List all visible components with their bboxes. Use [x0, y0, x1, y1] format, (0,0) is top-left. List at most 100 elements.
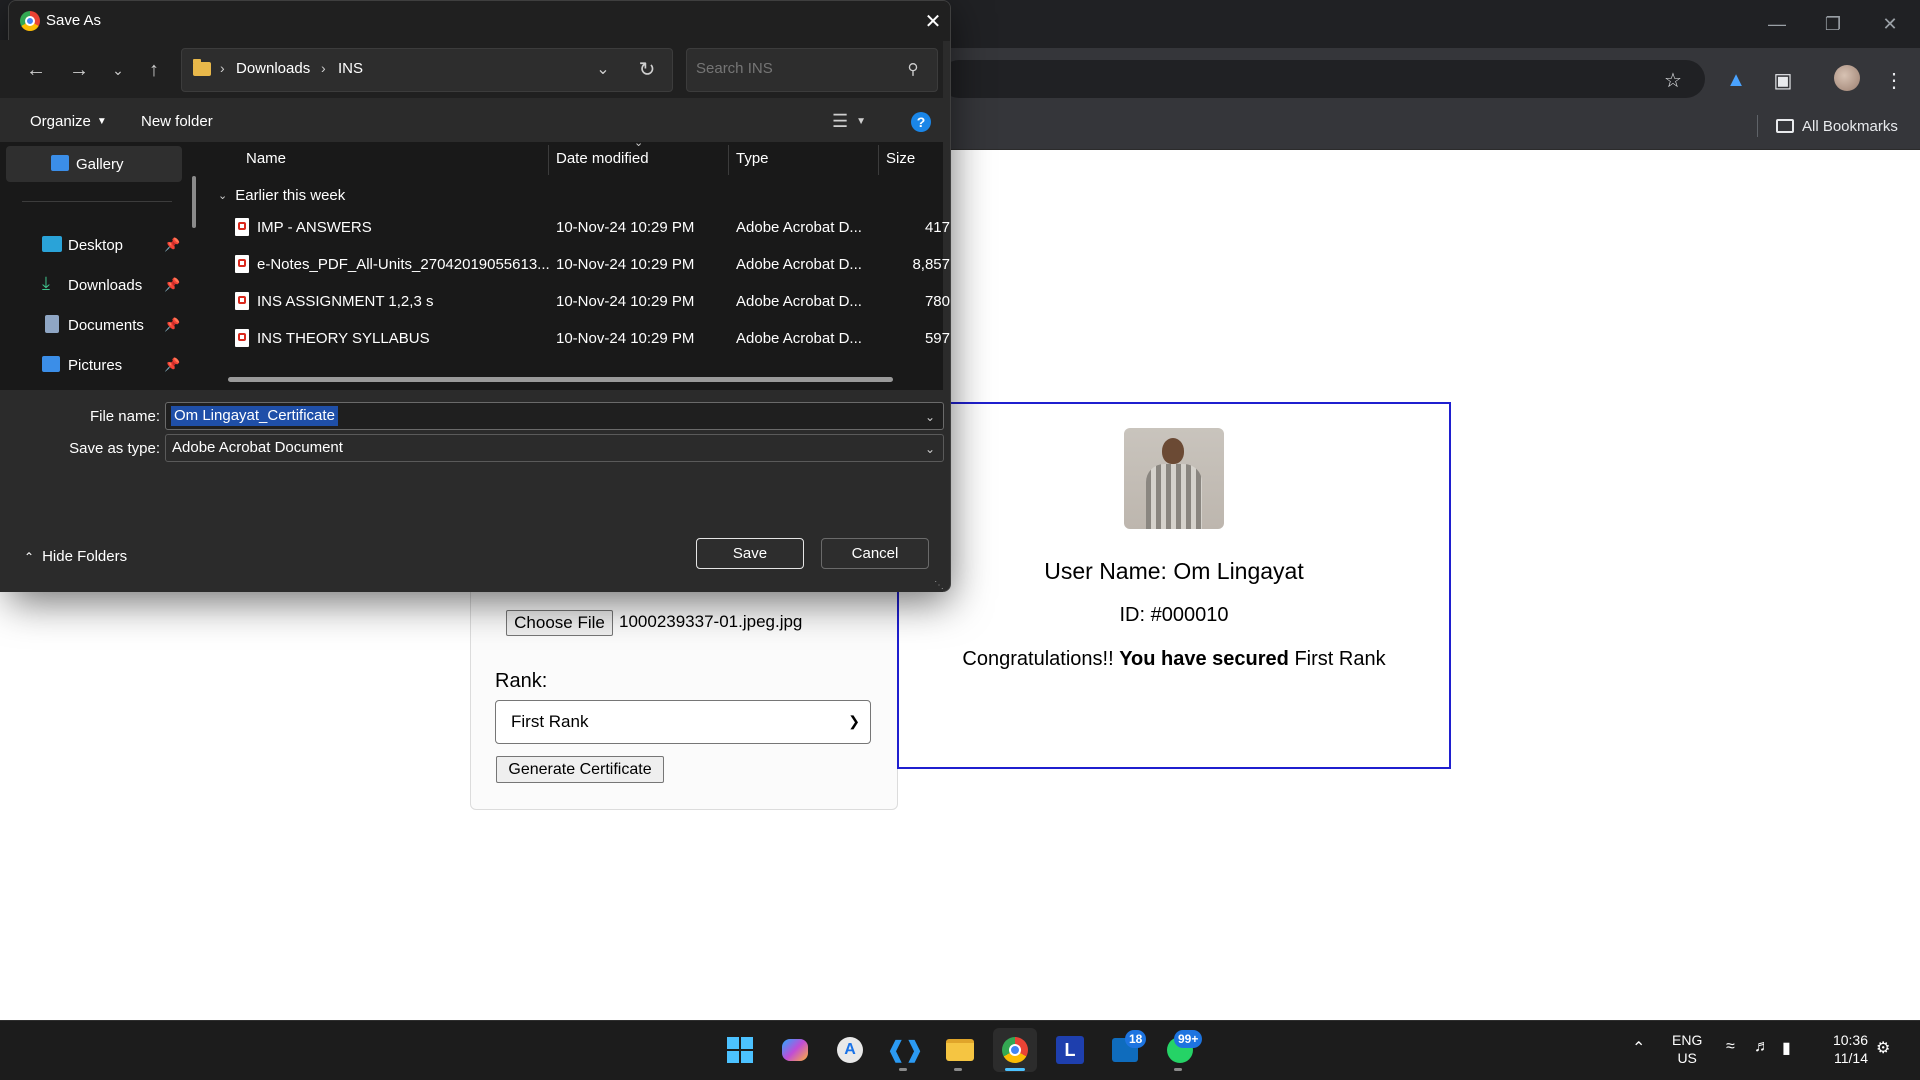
column-header-size[interactable]: Size — [886, 150, 915, 167]
details-view-icon: ☰ — [832, 111, 849, 131]
whatsapp-badge: 99+ — [1174, 1030, 1203, 1048]
forward-arrow-icon[interactable]: → — [64, 55, 94, 85]
file-name: INS THEORY SYLLABUS — [257, 330, 430, 347]
group-header[interactable]: ⌄ Earlier this week — [218, 187, 345, 204]
choose-file-button[interactable]: Choose File — [506, 610, 613, 636]
sidebar-item-downloads[interactable]: ⤓ Downloads 📌 — [0, 267, 182, 303]
sidebar-item-pictures[interactable]: Pictures 📌 — [0, 347, 182, 383]
windows-start-icon[interactable] — [718, 1028, 762, 1072]
chevron-down-icon[interactable]: ⌄ — [925, 442, 935, 456]
l-app-icon[interactable]: L — [1048, 1028, 1092, 1072]
sidebar-item-label: Documents — [68, 316, 144, 334]
window-close-button[interactable]: ✕ — [1876, 10, 1904, 38]
help-icon[interactable]: ? — [911, 112, 931, 132]
omnibox[interactable] — [940, 60, 1705, 98]
file-row[interactable]: INS THEORY SYLLABUS 10-Nov-24 10:29 PM A… — [230, 323, 950, 355]
notification-bell-icon[interactable]: ⚙ — [1876, 1038, 1890, 1058]
congrats-prefix: Congratulations!! — [962, 648, 1114, 670]
chevron-up-icon[interactable]: ⌃ — [1632, 1038, 1645, 1058]
file-size: 780 — [924, 293, 950, 310]
file-date: 10-Nov-24 10:29 PM — [556, 219, 695, 236]
file-name-value[interactable]: Om Lingayat_Certificate — [171, 406, 338, 426]
all-bookmarks-label: All Bookmarks — [1802, 117, 1898, 135]
refresh-icon[interactable]: ↻ — [634, 56, 660, 82]
recent-locations-chevron-icon[interactable]: ⌄ — [103, 55, 133, 85]
minimize-button[interactable]: — — [1763, 10, 1791, 38]
clock[interactable]: 10:36 11/14 — [1820, 1031, 1868, 1067]
search-icon[interactable]: ⚲ — [902, 58, 924, 80]
breadcrumb-ins[interactable]: INS — [338, 60, 363, 77]
generate-certificate-button[interactable]: Generate Certificate — [496, 756, 664, 783]
resize-grip-icon[interactable]: ⋱ — [934, 580, 946, 592]
sidebar-item-desktop[interactable]: Desktop 📌 — [0, 227, 182, 263]
extensions-puzzle-icon[interactable]: ▣ — [1767, 64, 1799, 96]
horizontal-scrollbar[interactable] — [228, 377, 893, 382]
pdf-file-icon — [235, 255, 249, 273]
folder-icon — [193, 59, 211, 76]
sidebar-item-label: Downloads — [68, 276, 143, 294]
column-divider[interactable] — [878, 145, 879, 175]
nav-scrollbar[interactable] — [192, 176, 196, 228]
hide-folders-label: Hide Folders — [42, 548, 128, 565]
chevron-up-icon: ⌃ — [24, 549, 35, 564]
column-header-type[interactable]: Type — [736, 150, 769, 167]
breadcrumb-downloads[interactable]: Downloads — [236, 60, 310, 77]
all-bookmarks-button[interactable]: All Bookmarks — [1776, 113, 1898, 139]
running-indicator — [954, 1068, 962, 1071]
pin-icon: 📌 — [164, 357, 181, 372]
view-options-button[interactable]: ☰ ▼ — [832, 111, 866, 132]
sidebar-item-documents[interactable]: Documents 📌 — [0, 307, 182, 343]
file-row[interactable]: IMP - ANSWERS 10-Nov-24 10:29 PM Adobe A… — [230, 212, 950, 244]
column-divider[interactable] — [548, 145, 549, 175]
back-arrow-icon[interactable]: ← — [21, 55, 51, 85]
cancel-button[interactable]: Cancel — [821, 538, 929, 569]
profile-avatar[interactable] — [1831, 62, 1863, 94]
browser-menu-icon[interactable]: ⋮ — [1878, 64, 1910, 96]
sidebar-item-gallery[interactable]: Gallery — [6, 146, 182, 182]
chrome-icon[interactable] — [993, 1028, 1037, 1072]
rank-label: Rank: — [495, 670, 548, 692]
column-header-name[interactable]: Name — [246, 150, 286, 167]
rank-select[interactable]: First Rank ❯ — [495, 700, 871, 744]
restore-button[interactable]: ❐ — [1819, 10, 1847, 38]
battery-icon[interactable]: ▮ — [1782, 1038, 1791, 1058]
congrats-rank: First Rank — [1294, 648, 1386, 670]
sidebar-item-label: Gallery — [76, 155, 124, 173]
file-size: 597 — [924, 330, 950, 347]
organize-button[interactable]: Organize ▼ — [30, 113, 107, 130]
desktop-icon — [42, 236, 62, 252]
hide-folders-button[interactable]: ⌃ Hide Folders — [24, 548, 127, 565]
bookmark-star-icon[interactable]: ☆ — [1657, 64, 1689, 96]
download-icon: ⤓ — [42, 273, 50, 293]
wifi-icon[interactable]: ≈ — [1726, 1038, 1735, 1056]
file-date: 10-Nov-24 10:29 PM — [556, 293, 695, 310]
file-row[interactable]: INS ASSIGNMENT 1,2,3 s 10-Nov-24 10:29 P… — [230, 286, 950, 318]
certificate-id: ID: #000010 — [1119, 604, 1229, 626]
file-name: e-Notes_PDF_All-Units_27042019055613... — [257, 256, 550, 273]
save-button[interactable]: Save — [696, 538, 804, 569]
new-folder-button[interactable]: New folder — [141, 113, 213, 130]
chevron-down-icon[interactable]: ⌄ — [925, 410, 935, 424]
app-store-icon[interactable]: A — [828, 1028, 872, 1072]
copilot-icon[interactable] — [773, 1028, 817, 1072]
translate-extension-icon[interactable]: ▲ — [1720, 64, 1752, 96]
vscode-icon[interactable]: ❰❱ — [883, 1028, 927, 1072]
language-indicator[interactable]: ENG US — [1672, 1031, 1702, 1067]
chosen-file-name: 1000239337-01.jpeg.jpg — [619, 612, 803, 631]
chevron-down-icon: ▼ — [96, 116, 107, 127]
column-divider[interactable] — [728, 145, 729, 175]
search-input[interactable] — [696, 60, 896, 77]
file-row[interactable]: e-Notes_PDF_All-Units_27042019055613... … — [230, 249, 950, 281]
column-header-date[interactable]: Date modified — [556, 150, 649, 167]
sidebar-item-label: Pictures — [68, 356, 123, 374]
file-date: 10-Nov-24 10:29 PM — [556, 256, 695, 273]
certificate-username: User Name: Om Lingayat — [1044, 558, 1304, 584]
breadcrumb-chevron-icon: › — [321, 60, 326, 76]
up-arrow-icon[interactable]: ↑ — [139, 55, 169, 85]
running-indicator — [899, 1068, 907, 1071]
volume-icon[interactable]: ♬ — [1754, 1038, 1770, 1056]
file-explorer-icon[interactable] — [938, 1028, 982, 1072]
gallery-icon — [51, 155, 69, 171]
close-icon[interactable]: ✕ — [919, 7, 947, 35]
address-dropdown-icon[interactable]: ⌄ — [590, 56, 616, 82]
